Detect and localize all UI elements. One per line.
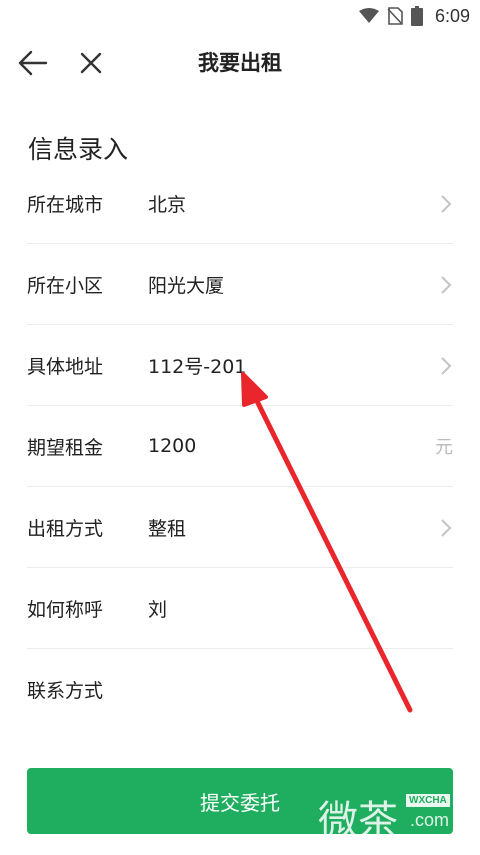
chevron-right-icon [441, 195, 452, 213]
wifi-icon [358, 8, 379, 23]
form-row-label: 如何称呼 [27, 598, 104, 621]
form-row-label: 出租方式 [27, 517, 104, 540]
form-row-community[interactable]: 所在小区 阳光大厦 [27, 244, 453, 325]
form-row-label: 期望租金 [27, 436, 104, 459]
form-row-city[interactable]: 所在城市 北京 [27, 163, 453, 244]
form-row-contact[interactable]: 联系方式 [27, 649, 453, 730]
currency-suffix: 元 [435, 437, 453, 458]
form-row-label: 所在小区 [27, 274, 104, 297]
form-row-label: 联系方式 [27, 680, 104, 702]
battery-icon [410, 6, 423, 26]
form-list: 所在城市 北京 所在小区 阳光大厦 具体地址 112号-201 期望租金 120… [27, 163, 453, 730]
chevron-right-icon [441, 276, 452, 294]
form-row-value: 整租 [148, 517, 187, 540]
section-title: 信息录入 [28, 135, 129, 164]
chevron-right-icon [441, 357, 452, 375]
form-row-label: 所在城市 [27, 193, 104, 216]
rent-input[interactable]: 1200 [148, 435, 453, 457]
chevron-right-icon [441, 519, 452, 537]
page-title: 我要出租 [198, 51, 282, 75]
form-row-label: 具体地址 [27, 355, 104, 378]
watermark-logo: 微茶 WXCHA .com [318, 794, 450, 844]
form-row-rent[interactable]: 期望租金 1200 元 [27, 406, 453, 487]
status-bar: 6:09 [0, 0, 480, 32]
no-sim-icon [387, 7, 403, 25]
name-input[interactable]: 刘 [148, 595, 453, 622]
form-row-address[interactable]: 具体地址 112号-201 [27, 325, 453, 406]
status-time: 6:09 [434, 5, 470, 26]
form-row-value: 北京 [148, 193, 187, 216]
toolbar: 我要出租 [0, 32, 480, 94]
form-row-rental-type[interactable]: 出租方式 整租 [27, 487, 453, 568]
form-row-value: 112号-201 [148, 355, 247, 378]
form-row-name[interactable]: 如何称呼 刘 [27, 568, 453, 649]
form-row-value: 阳光大厦 [148, 274, 225, 297]
